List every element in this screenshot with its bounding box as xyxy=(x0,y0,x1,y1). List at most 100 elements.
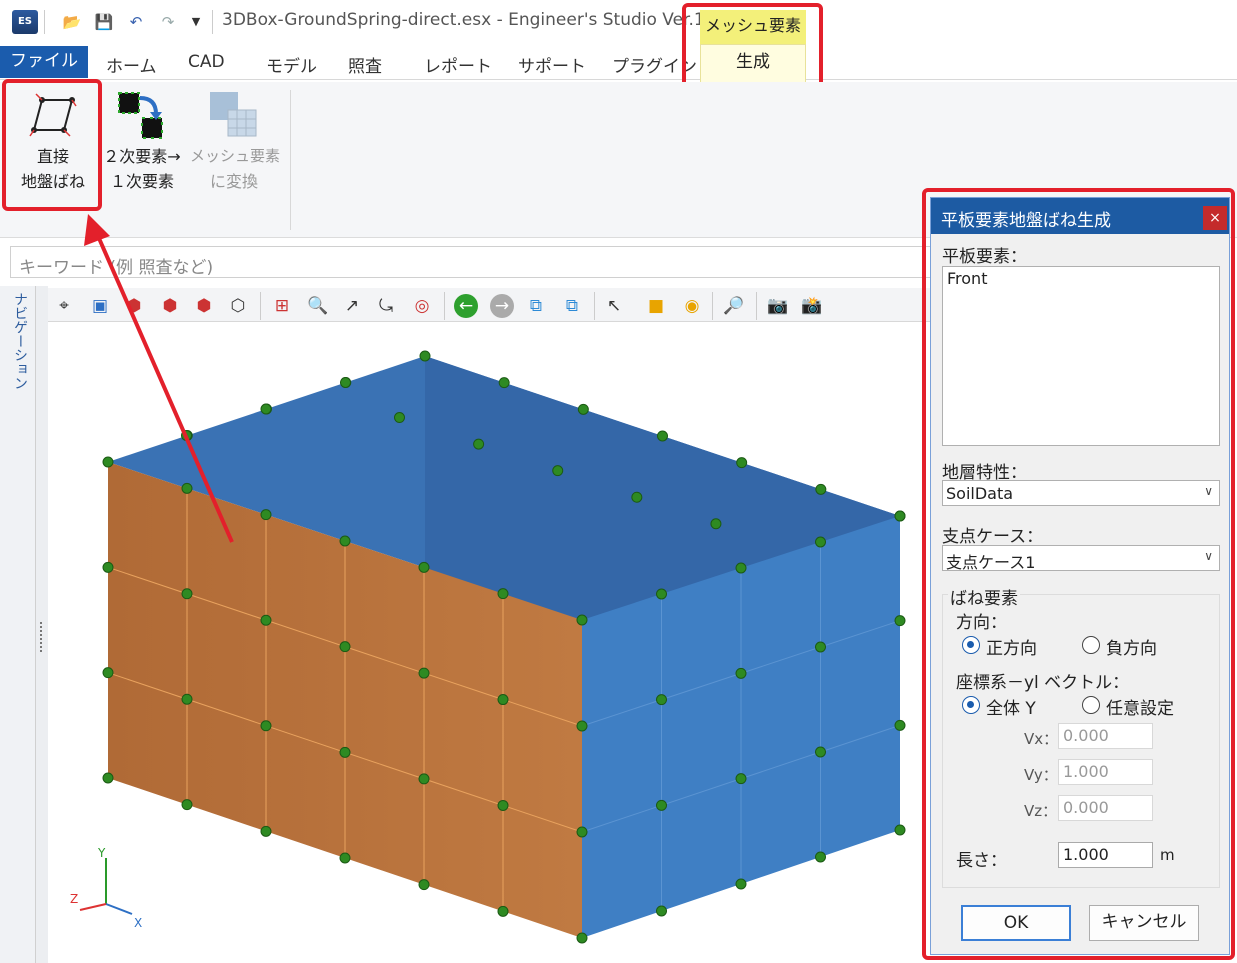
mesh-node xyxy=(394,412,406,424)
mesh-node xyxy=(181,588,193,600)
tab-home[interactable]: ホーム xyxy=(106,52,157,77)
mesh-node xyxy=(419,350,431,362)
mesh-node xyxy=(339,746,351,758)
highlight-box xyxy=(2,79,102,211)
grip-dots xyxy=(40,622,43,652)
highlight-box xyxy=(922,188,1235,960)
mesh-node xyxy=(497,799,509,811)
mesh-node xyxy=(576,932,588,944)
mesh-node xyxy=(576,614,588,626)
camera-icon[interactable]: 📷 xyxy=(766,294,790,318)
tab-report[interactable]: レポート xyxy=(424,52,492,77)
mesh-node xyxy=(894,719,906,731)
preview-icon[interactable]: 🔎 xyxy=(722,294,746,318)
mesh-node xyxy=(418,667,430,679)
mesh-node xyxy=(656,588,667,600)
mesh-node xyxy=(260,720,272,732)
mesh-node xyxy=(102,561,114,573)
axis-y-label: Y xyxy=(98,846,106,860)
navigation-label[interactable]: ナビゲーション xyxy=(6,292,30,390)
back-arrow-icon[interactable]: ← xyxy=(454,294,478,318)
mesh-node xyxy=(418,879,430,891)
tab-file[interactable]: ファイル xyxy=(0,46,88,78)
mesh-convert-icon xyxy=(210,92,257,137)
mesh-node xyxy=(656,905,667,917)
mesh-node xyxy=(339,535,351,547)
element-convert-icon xyxy=(118,92,163,139)
mesh-node xyxy=(815,483,827,495)
view-restore-icon[interactable]: ⧉ xyxy=(560,294,584,318)
open-folder-icon[interactable]: 📂 xyxy=(62,12,82,32)
mesh-node xyxy=(735,562,747,574)
tab-check[interactable]: 照査 xyxy=(348,52,382,77)
app-icon[interactable]: ES xyxy=(12,10,38,34)
mesh-node xyxy=(656,799,667,811)
mesh-node xyxy=(181,799,193,811)
tab-support[interactable]: サポート xyxy=(518,52,586,77)
mesh-node xyxy=(339,641,351,653)
mesh-node xyxy=(736,457,748,469)
divider xyxy=(44,10,45,34)
mesh-node xyxy=(710,518,722,530)
mesh-node xyxy=(418,773,430,785)
undo-icon[interactable]: ↶ xyxy=(126,12,146,32)
axis-x-label: X xyxy=(134,916,143,930)
mesh-node xyxy=(735,878,747,890)
mesh-node xyxy=(577,403,589,415)
axis-z-label: Z xyxy=(70,892,79,906)
forward-arrow-icon[interactable]: → xyxy=(490,294,514,318)
mesh-node xyxy=(497,694,509,706)
mesh-node xyxy=(418,561,430,573)
quick-access-menu-icon[interactable]: ▼ xyxy=(186,12,206,32)
zoom-out-icon[interactable]: 🔍 xyxy=(306,294,330,318)
target-icon[interactable]: ◎ xyxy=(410,294,434,318)
mesh-node xyxy=(339,852,351,864)
mesh-node xyxy=(102,667,114,679)
mesh-node xyxy=(815,536,826,548)
save-icon[interactable]: 💾 xyxy=(94,12,114,32)
mesh-node xyxy=(735,773,747,785)
mesh-node xyxy=(340,377,351,388)
redo-icon[interactable]: ↷ xyxy=(158,12,178,32)
button-label: メッシュ要素 xyxy=(190,147,281,165)
select-lasso-icon[interactable]: ◉ xyxy=(680,294,704,318)
divider xyxy=(594,292,595,320)
mesh-node xyxy=(552,465,564,477)
divider xyxy=(212,10,213,34)
mesh-node xyxy=(102,772,114,784)
view-save-icon[interactable]: ⧉ xyxy=(524,294,548,318)
ribbon-separator xyxy=(290,90,291,230)
mesh-node xyxy=(894,824,906,836)
select-cursor-icon[interactable]: ↖ xyxy=(602,294,626,318)
mesh-node xyxy=(815,851,826,863)
tab-model[interactable]: モデル xyxy=(266,52,317,77)
tab-cad[interactable]: CAD xyxy=(188,52,225,72)
divider xyxy=(712,292,713,320)
mesh-node xyxy=(815,746,826,758)
window-title: 3DBox-GroundSpring-direct.esx - Engineer… xyxy=(222,10,732,30)
mesh-node xyxy=(260,825,272,837)
second-to-first-order-button[interactable]: ２次要素→ １次要素 xyxy=(98,84,186,212)
zoom-window-icon[interactable]: ⊞ xyxy=(270,294,294,318)
mesh-node xyxy=(497,905,509,917)
mesh-node xyxy=(497,588,509,600)
button-label: １次要素 xyxy=(109,172,174,191)
annotation-arrow xyxy=(84,214,234,543)
button-label: ２次要素→ xyxy=(103,147,181,166)
mesh-node xyxy=(473,438,485,450)
pan-icon[interactable]: ↗ xyxy=(340,294,364,318)
mesh-node xyxy=(656,694,667,706)
mesh-node xyxy=(631,491,643,503)
mesh-node xyxy=(894,510,906,522)
select-box-icon[interactable]: ■ xyxy=(644,294,668,318)
mesh-node xyxy=(576,826,588,838)
mesh-node xyxy=(498,377,510,389)
convert-to-mesh-button[interactable]: メッシュ要素 に変換 xyxy=(190,84,281,212)
mesh-node xyxy=(894,615,906,627)
divider xyxy=(444,292,445,320)
mesh-node xyxy=(657,430,668,442)
camera-copy-icon[interactable]: 📸 xyxy=(800,294,824,318)
rotate-icon[interactable]: ⤿ xyxy=(374,294,398,318)
mesh-node xyxy=(260,614,272,626)
mesh-node xyxy=(815,641,826,653)
